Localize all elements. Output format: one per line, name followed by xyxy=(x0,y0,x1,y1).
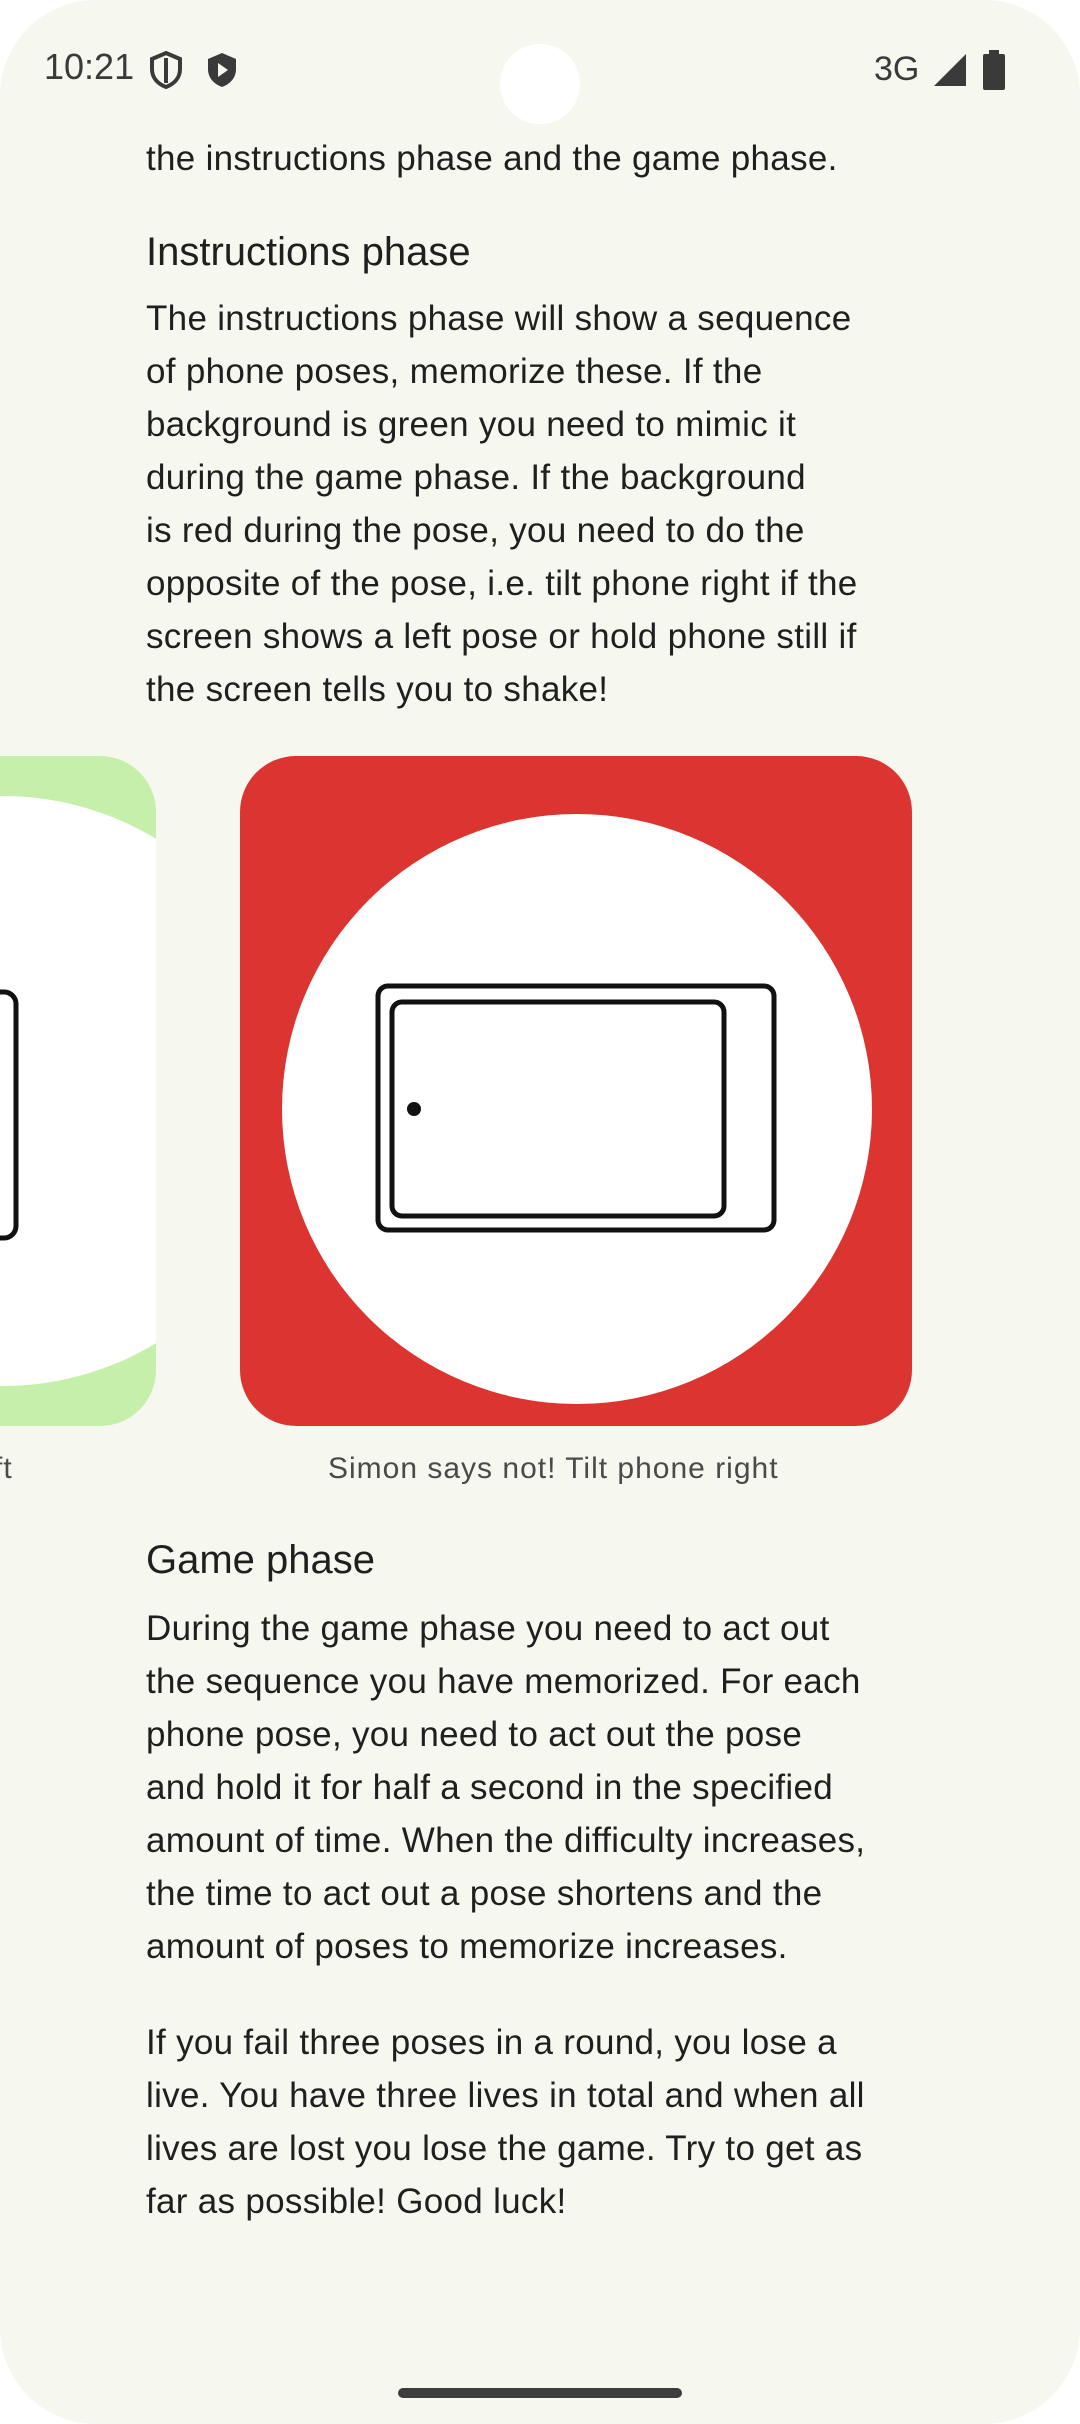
home-gesture-bar[interactable] xyxy=(398,2388,682,2398)
instructions-line: opposite of the pose, i.e. tilt phone ri… xyxy=(146,564,858,603)
lives-line: live. You have three lives in total and … xyxy=(146,2076,865,2115)
game-text: During the game phase you need to act ou… xyxy=(146,1602,946,1973)
shield-outline-icon xyxy=(150,50,182,90)
battery-icon xyxy=(983,50,1005,90)
game-line: phone pose, you need to act out the pose xyxy=(146,1715,803,1754)
instructions-line: of phone poses, memorize these. If the xyxy=(146,352,763,391)
network-type: 3G xyxy=(874,50,920,88)
game-line: the sequence you have memorized. For eac… xyxy=(146,1662,861,1701)
pose-card-current[interactable] xyxy=(240,756,912,1426)
game-line: the time to act out a pose shortens and … xyxy=(146,1874,823,1913)
phone-pose-icon xyxy=(0,989,19,1241)
game-heading: Game phase xyxy=(146,1538,376,1582)
app-screen: 10:21 3G the instructions phase and the … xyxy=(0,0,1080,2424)
lives-text: If you fail three poses in a round, you … xyxy=(146,2016,946,2228)
game-line: amount of poses to memorize increases. xyxy=(146,1927,788,1966)
instructions-line: background is green you need to mimic it xyxy=(146,405,797,444)
status-time: 10:21 xyxy=(44,46,135,87)
camera-cutout xyxy=(500,44,580,124)
lives-line: lives are lost you lose the game. Try to… xyxy=(146,2129,863,2168)
status-bar: 10:21 3G xyxy=(0,0,1080,140)
instructions-line: is red during the pose, you need to do t… xyxy=(146,511,805,550)
signal-icon xyxy=(934,54,966,86)
pose-card-previous[interactable] xyxy=(0,756,156,1426)
shield-play-icon xyxy=(208,53,236,87)
instructions-line: during the game phase. If the background xyxy=(146,458,806,497)
game-line: and hold it for half a second in the spe… xyxy=(146,1768,834,1807)
instructions-line: the screen tells you to shake! xyxy=(146,670,609,709)
instructions-line: screen shows a left pose or hold phone s… xyxy=(146,617,857,656)
pose-caption-previous: ft xyxy=(0,1452,13,1485)
instructions-heading: Instructions phase xyxy=(146,230,471,274)
instructions-text: The instructions phase will show a seque… xyxy=(146,292,946,716)
game-line: During the game phase you need to act ou… xyxy=(146,1609,830,1648)
lives-line: far as possible! Good luck! xyxy=(146,2182,567,2221)
pose-caption-current: Simon says not! Tilt phone right xyxy=(328,1452,779,1485)
phone-tilt-right-icon xyxy=(375,983,777,1233)
game-line: amount of time. When the difficulty incr… xyxy=(146,1821,866,1860)
lives-line: If you fail three poses in a round, you … xyxy=(146,2023,837,2062)
instructions-line: The instructions phase will show a seque… xyxy=(146,299,852,338)
